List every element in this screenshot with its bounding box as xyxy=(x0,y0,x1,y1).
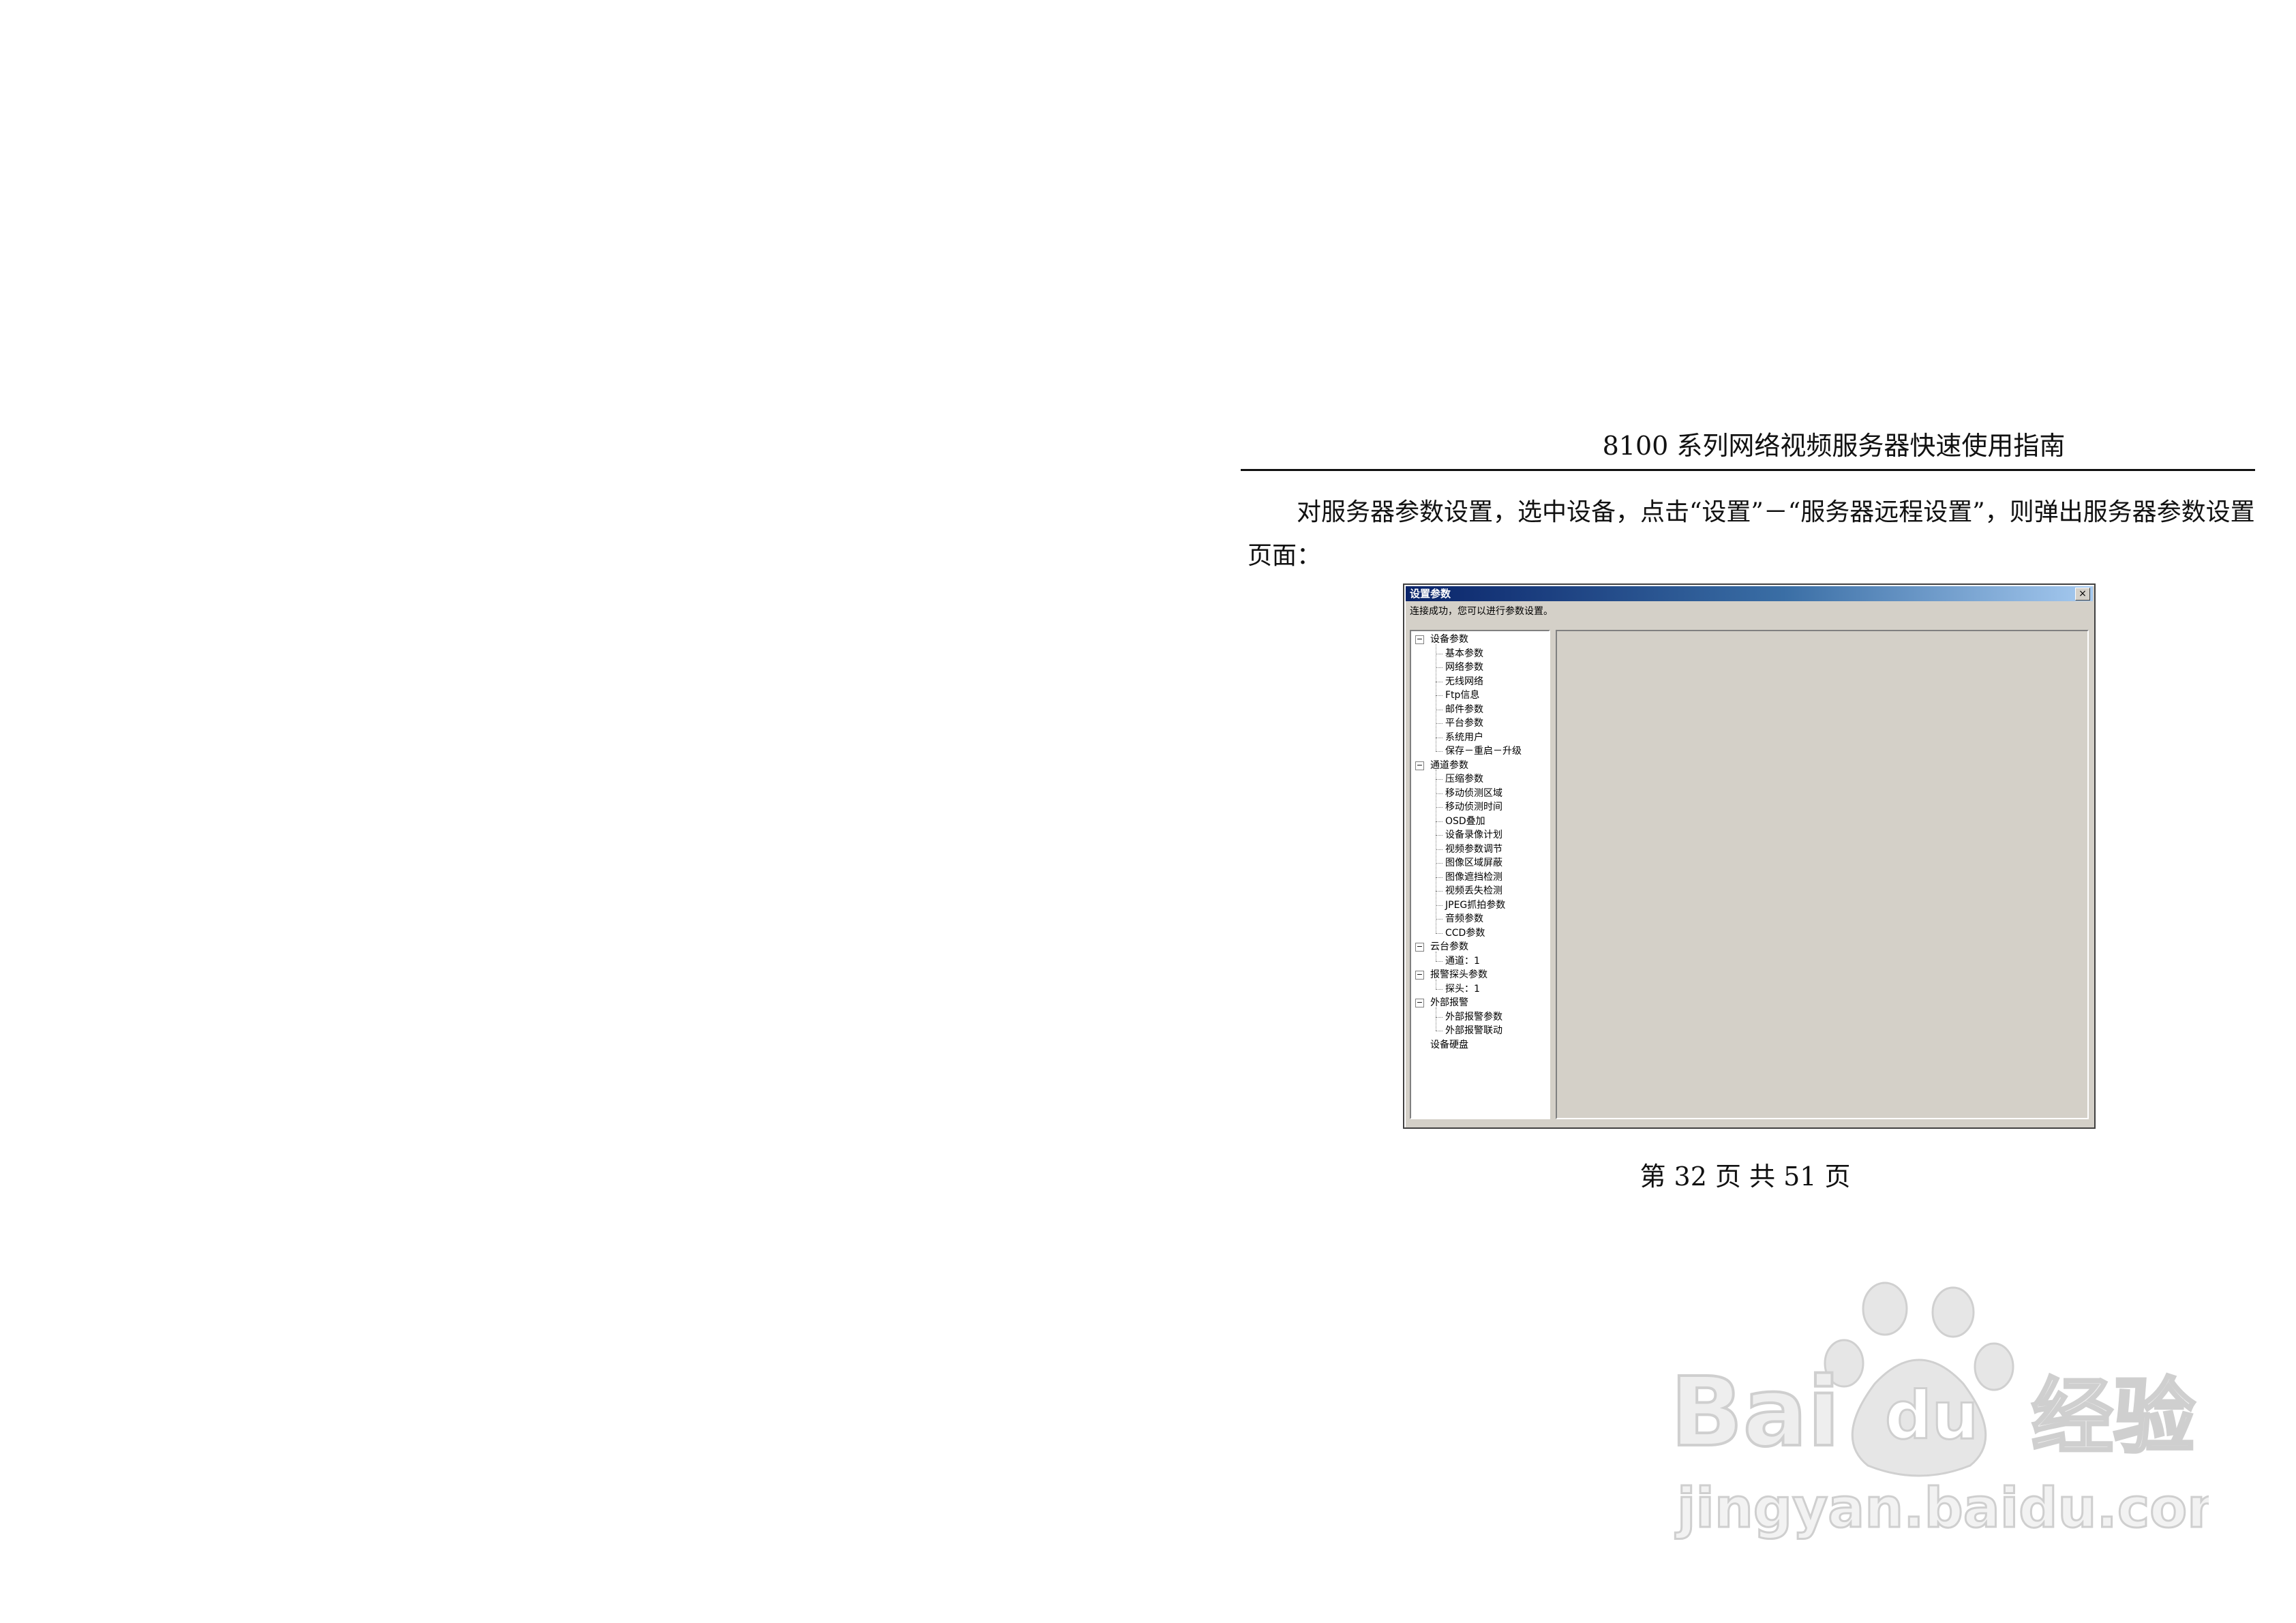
tree-item[interactable]: 图像区域屏蔽 xyxy=(1445,856,1502,870)
tree-connector xyxy=(1436,905,1442,906)
tree-connector xyxy=(1436,751,1442,752)
settings-tree[interactable]: 设备参数 − 基本参数 网络参数 无线网络 Ftp信息 邮件参数 平台参数 系统用户 保存－重启－… xyxy=(1410,630,1550,1119)
tree-item[interactable]: 保存－重启－升级 xyxy=(1445,744,1522,758)
tree-item[interactable]: 网络参数 xyxy=(1445,661,1483,674)
status-text: 连接成功，您可以进行参数设置。 xyxy=(1410,606,1553,617)
page-number: 第 32 页 共 51 页 xyxy=(1640,1162,1851,1192)
tree-expander-icon[interactable]: − xyxy=(1415,971,1424,980)
tree-connector xyxy=(1436,891,1442,892)
tree-item[interactable]: CCD参数 xyxy=(1445,926,1485,940)
tree-item[interactable]: 基本参数 xyxy=(1445,647,1483,661)
tree-item[interactable]: 设备录像计划 xyxy=(1445,828,1502,842)
tree-item[interactable]: 邮件参数 xyxy=(1445,703,1483,716)
tree-connector xyxy=(1436,821,1442,822)
document-header: 8100 系列网络视频服务器快速使用指南 xyxy=(1602,431,2066,461)
tree-item[interactable]: 通道：1 xyxy=(1445,954,1480,968)
tree-item[interactable]: Ftp信息 xyxy=(1445,688,1479,702)
tree-group[interactable]: 报警探头参数 xyxy=(1430,968,1487,982)
tree-item[interactable]: 压缩参数 xyxy=(1445,772,1483,786)
dialog-titlebar[interactable]: 设置参数 × xyxy=(1406,586,2093,601)
tree-item[interactable]: 移动侦测时间 xyxy=(1445,800,1502,814)
dialog-title: 设置参数 xyxy=(1410,588,1451,600)
tree-item[interactable]: 图像遮挡检测 xyxy=(1445,870,1502,884)
instruction-paragraph: 对服务器参数设置，选中设备，点击“设置”－“服务器远程设置”，则弹出服务器参数设… xyxy=(1248,498,2255,570)
tree-connector xyxy=(1436,695,1442,696)
settings-dialog: 设置参数 × 连接成功，您可以进行参数设置。 设备参数 − 基本参数 网络参数 无线网络… xyxy=(1403,583,2096,1129)
tree-item[interactable]: 外部报警参数 xyxy=(1445,1010,1502,1024)
tree-connector xyxy=(1436,863,1442,864)
tree-connector xyxy=(1436,779,1442,780)
tree-item[interactable]: JPEG抓拍参数 xyxy=(1445,898,1505,912)
settings-panel xyxy=(1556,630,2089,1119)
tree-item[interactable]: 平台参数 xyxy=(1445,716,1483,730)
baidu-jingyan-watermark: Bai du 经验 jingyan.baidu.com xyxy=(1669,1281,2209,1541)
tree-item[interactable]: 无线网络 xyxy=(1445,675,1483,688)
tree-item[interactable]: OSD叠加 xyxy=(1445,815,1485,828)
tree-connector xyxy=(1436,723,1442,724)
tree-item[interactable]: 视频丢失检测 xyxy=(1445,884,1502,898)
tree-expander-icon[interactable]: − xyxy=(1415,761,1424,770)
tree-item[interactable]: 探头：1 xyxy=(1445,982,1480,996)
tree-connector xyxy=(1436,849,1442,850)
tree-connector xyxy=(1436,877,1442,878)
tree-expander-icon[interactable]: − xyxy=(1415,943,1424,952)
tree-expander-icon[interactable]: − xyxy=(1415,635,1424,644)
header-rule xyxy=(1241,469,2255,471)
tree-connector xyxy=(1436,793,1442,794)
tree-item[interactable]: 外部报警联动 xyxy=(1445,1024,1502,1037)
tree-connector xyxy=(1436,988,1442,990)
tree-connector xyxy=(1436,960,1442,962)
tree-item[interactable]: 音频参数 xyxy=(1445,912,1483,926)
tree-item[interactable]: 系统用户 xyxy=(1445,731,1483,744)
svg-text:经验: 经验 xyxy=(2031,1370,2195,1465)
tree-item[interactable]: 视频参数调节 xyxy=(1445,843,1502,856)
svg-text:du: du xyxy=(1885,1378,1978,1454)
tree-expander-icon[interactable]: − xyxy=(1415,999,1424,1007)
tree-connector xyxy=(1436,835,1442,836)
svg-text:Bai: Bai xyxy=(1670,1357,1840,1468)
tree-connector xyxy=(1436,919,1442,920)
tree-connector xyxy=(1436,1016,1442,1018)
tree-connector xyxy=(1436,667,1442,668)
watermark-url: jingyan.baidu.com xyxy=(1675,1476,2209,1540)
tree-group[interactable]: 设备硬盘 xyxy=(1430,1038,1468,1052)
tree-connector xyxy=(1436,807,1442,808)
close-button[interactable]: × xyxy=(2075,588,2090,601)
tree-item[interactable]: 移动侦测区域 xyxy=(1445,787,1502,800)
tree-connector xyxy=(1436,932,1442,934)
